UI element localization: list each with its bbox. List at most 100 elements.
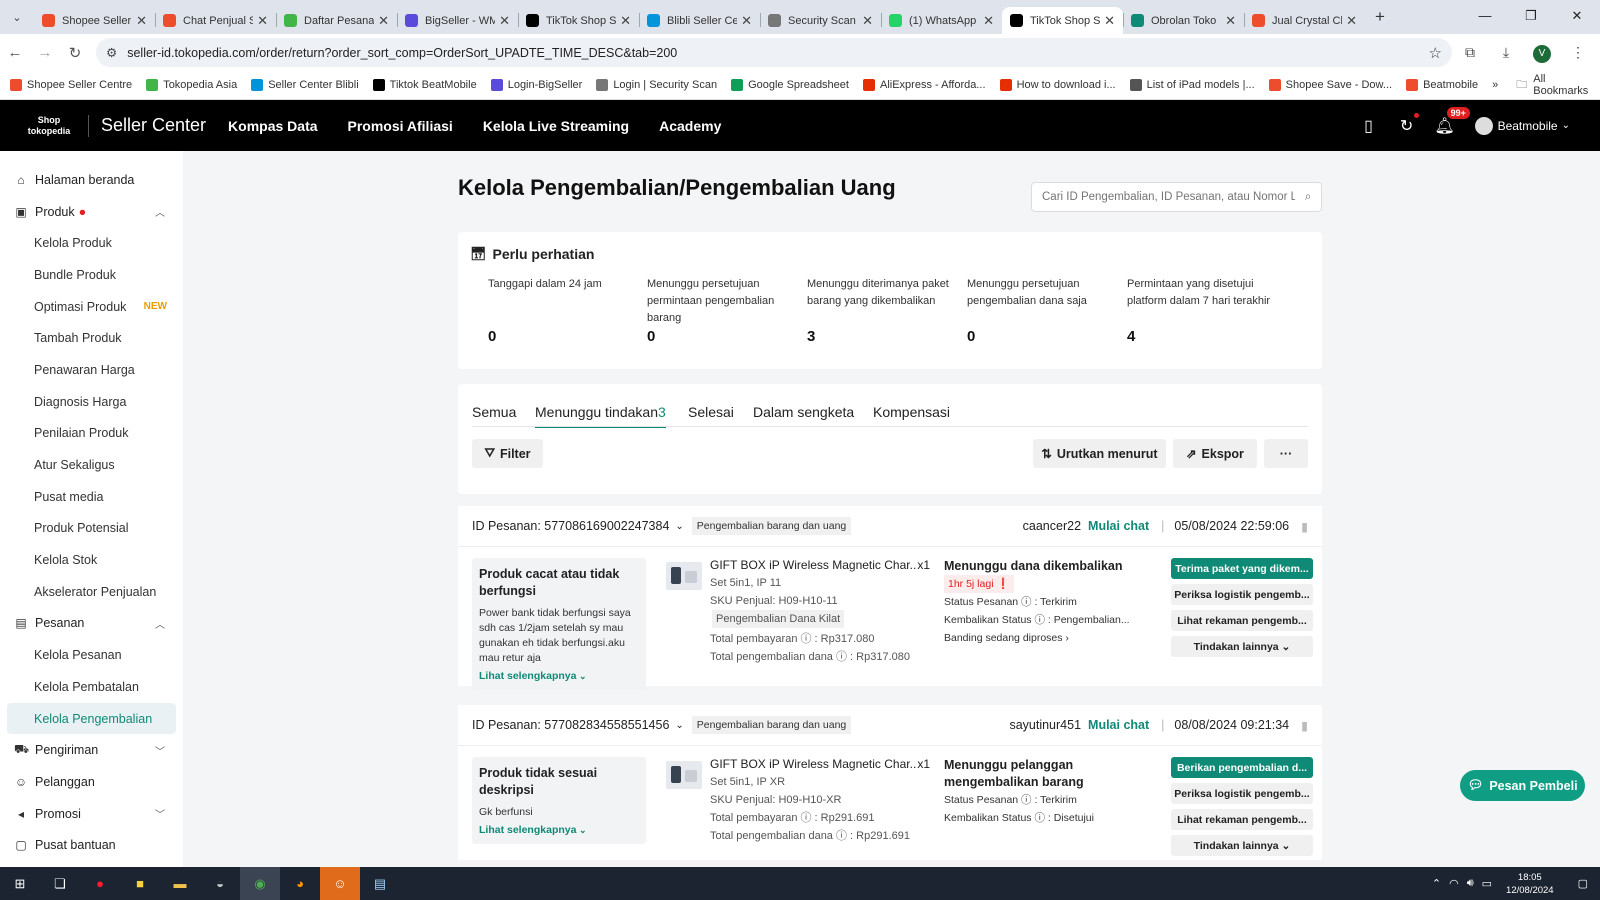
filter-button[interactable]: ⛛ Filter	[472, 439, 543, 468]
sidebar-item[interactable]: Optimasi Produk NEW	[0, 291, 183, 323]
opera-icon[interactable]: ●	[80, 867, 120, 900]
network-icon[interactable]: ◠	[1449, 877, 1459, 890]
tab-close-icon[interactable]: ✕	[378, 13, 389, 29]
sidebar-item[interactable]: Penawaran Harga	[0, 354, 183, 386]
tab-close-icon[interactable]: ✕	[620, 13, 631, 29]
order-action-button[interactable]: Periksa logistik pengemb...	[1171, 584, 1313, 605]
browser-tab[interactable]: Security Scan ✕	[760, 7, 881, 34]
bookmark-item[interactable]: Shopee Seller Centre	[10, 79, 132, 91]
order-action-button[interactable]: Tindakan lainnya ⌄	[1171, 636, 1313, 657]
bookmark-item[interactable]: Beatmobile	[1406, 79, 1478, 91]
attention-stat[interactable]: Permintaan yang disetujui platform dalam…	[1127, 276, 1277, 345]
chat-app-icon[interactable]: ☺	[320, 867, 360, 900]
file-explorer-icon[interactable]: ▬	[160, 867, 200, 900]
chevron-down-icon[interactable]: ﹀	[155, 743, 165, 758]
bookmark-star-icon[interactable]: ☆	[1429, 44, 1442, 62]
sidebar-item[interactable]: Pusat media	[0, 481, 183, 513]
bookmark-item[interactable]: Login-BigSeller	[490, 79, 582, 91]
attention-stat[interactable]: Menunggu persetujuan permintaan pengemba…	[647, 276, 797, 345]
bookmark-item[interactable]: How to download i...	[999, 79, 1116, 91]
see-more-link[interactable]: Lihat selengkapnya ⌄	[479, 824, 639, 836]
all-bookmarks-button[interactable]: 🗀 All Bookmarks	[1516, 73, 1590, 97]
new-tab-icon[interactable]: +	[1375, 7, 1385, 27]
product-thumbnail[interactable]	[666, 761, 702, 789]
browser-tab[interactable]: TikTok Shop Se ✕	[518, 7, 639, 34]
product-name[interactable]: GIFT BOX iP Wireless Magnetic Char...	[710, 755, 917, 773]
bookmark-item[interactable]: AliExpress - Afforda...	[862, 79, 986, 91]
sidebar-item[interactable]: Kelola Produk	[0, 227, 183, 259]
bookmark-item[interactable]: List of iPad models |...	[1129, 79, 1255, 91]
tab-kompensasi[interactable]: Kompensasi	[873, 404, 950, 426]
search-icon[interactable]: ⌕	[1295, 191, 1321, 204]
notepad-icon[interactable]: ▤	[360, 867, 400, 900]
product-name[interactable]: GIFT BOX iP Wireless Magnetic Char...	[710, 556, 917, 574]
order-action-button[interactable]: Periksa logistik pengemb...	[1171, 783, 1313, 804]
profile-avatar[interactable]: V	[1524, 43, 1560, 63]
sidebar-item[interactable]: ⌂ Halaman beranda	[0, 164, 183, 196]
sidebar-item[interactable]: Produk Potensial	[0, 513, 183, 545]
sidebar-item[interactable]: Bundle Produk	[0, 259, 183, 291]
tray-overflow-icon[interactable]: ⌃	[1432, 877, 1441, 890]
browser-tab[interactable]: Shopee Seller C ✕	[34, 7, 155, 34]
browser-tab[interactable]: Blibli Seller Cen ✕	[639, 7, 760, 34]
windows-start-icon[interactable]: ⊞	[0, 867, 40, 900]
attention-stat[interactable]: Tanggapi dalam 24 jam 0	[488, 276, 638, 345]
sidebar-item[interactable]: ⛟ Pengiriman ﹀	[0, 734, 183, 766]
tab-search-icon[interactable]: ⌄	[0, 11, 34, 24]
tab-semua[interactable]: Semua	[472, 404, 516, 426]
back-icon[interactable]: ←	[0, 44, 30, 61]
bookmark-item[interactable]: Tiktok BeatMobile	[372, 79, 477, 91]
tab-close-icon[interactable]: ✕	[1225, 13, 1236, 29]
chevron-down-icon[interactable]: ﹀	[155, 806, 165, 821]
seller-center-title[interactable]: Seller Center	[101, 115, 206, 136]
task-view-icon[interactable]: ❏	[40, 867, 80, 900]
nav-academy[interactable]: Academy	[659, 118, 721, 134]
nav-kelola-live-streaming[interactable]: Kelola Live Streaming	[483, 118, 629, 134]
sidebar-item[interactable]: Atur Sekaligus	[0, 449, 183, 481]
order-id[interactable]: ID Pesanan: 577086169002247384	[472, 519, 669, 533]
bookmark-item[interactable]: Tokopedia Asia	[146, 79, 237, 91]
browser-tab[interactable]: Daftar Pesanan ✕	[276, 7, 397, 34]
chevron-up-icon[interactable]: ︿	[155, 616, 165, 631]
attention-stat[interactable]: Menunggu persetujuan pengembalian dana s…	[967, 276, 1117, 345]
sidebar-item[interactable]: ◂ Promosi ﹀	[0, 798, 183, 830]
search-input[interactable]	[1042, 191, 1295, 203]
close-window-icon[interactable]: ✕	[1554, 0, 1600, 34]
minimize-icon[interactable]: —	[1462, 0, 1508, 34]
sidebar-item[interactable]: Kelola Pembatalan	[0, 671, 183, 703]
attention-stat[interactable]: Menunggu diterimanya paket barang yang d…	[807, 276, 957, 345]
chrome-icon[interactable]: ◉	[240, 867, 280, 900]
tab-close-icon[interactable]: ✕	[1346, 13, 1357, 29]
product-thumbnail[interactable]	[666, 562, 702, 590]
sidebar-item[interactable]: Kelola Stok	[0, 544, 183, 576]
sidebar-item[interactable]: Kelola Pengembalian	[7, 702, 176, 735]
export-button[interactable]: ⇗ Ekspor	[1173, 439, 1257, 468]
bell-icon[interactable]: 🔔︎ 99+	[1429, 106, 1470, 136]
sidebar-item[interactable]: ▢ Pusat bantuan	[0, 829, 183, 861]
forward-icon[interactable]: →	[30, 44, 60, 61]
browser-tab[interactable]: (1) WhatsApp ✕	[881, 7, 1002, 34]
order-action-button[interactable]: Lihat rekaman pengemb...	[1171, 809, 1313, 830]
start-chat-link[interactable]: Mulai chat	[1088, 519, 1149, 533]
buyer-message-button[interactable]: 💬︎ Pesan Pembeli	[1460, 770, 1585, 801]
extensions-icon[interactable]: ⧉	[1452, 44, 1488, 61]
browser-tab[interactable]: TikTok Shop Se ✕	[1002, 7, 1123, 34]
sidebar-item[interactable]: ▤ Pesanan ︿	[0, 608, 183, 640]
tab-close-icon[interactable]: ✕	[1104, 13, 1115, 29]
nav-promosi-afiliasi[interactable]: Promosi Afiliasi	[348, 118, 453, 134]
order-action-button[interactable]: Lihat rekaman pengemb...	[1171, 610, 1313, 631]
sidebar-item[interactable]: Penilaian Produk	[0, 418, 183, 450]
url-field[interactable]: ⚙ seller-id.tokopedia.com/order/return?o…	[96, 38, 1452, 67]
order-action-button[interactable]: Berikan pengembalian d...	[1171, 757, 1313, 778]
download-icon[interactable]: ⤓	[1488, 44, 1524, 61]
tab-selesai[interactable]: Selesai	[688, 404, 734, 426]
volume-icon[interactable]: 🔊︎	[1467, 877, 1474, 890]
sidebar-item[interactable]: ▣ Produk ● ︿	[0, 196, 183, 228]
bookmark-icon[interactable]: ▮	[1301, 718, 1308, 733]
chevron-up-icon[interactable]: ︿	[155, 204, 165, 219]
tab-close-icon[interactable]: ✕	[499, 13, 510, 29]
reload-icon[interactable]: ↻	[60, 44, 90, 62]
tokopedia-shop-logo[interactable]: Shop tokopedia	[14, 115, 84, 137]
tab-close-icon[interactable]: ✕	[741, 13, 752, 29]
more-options-button[interactable]: ···	[1264, 439, 1308, 468]
